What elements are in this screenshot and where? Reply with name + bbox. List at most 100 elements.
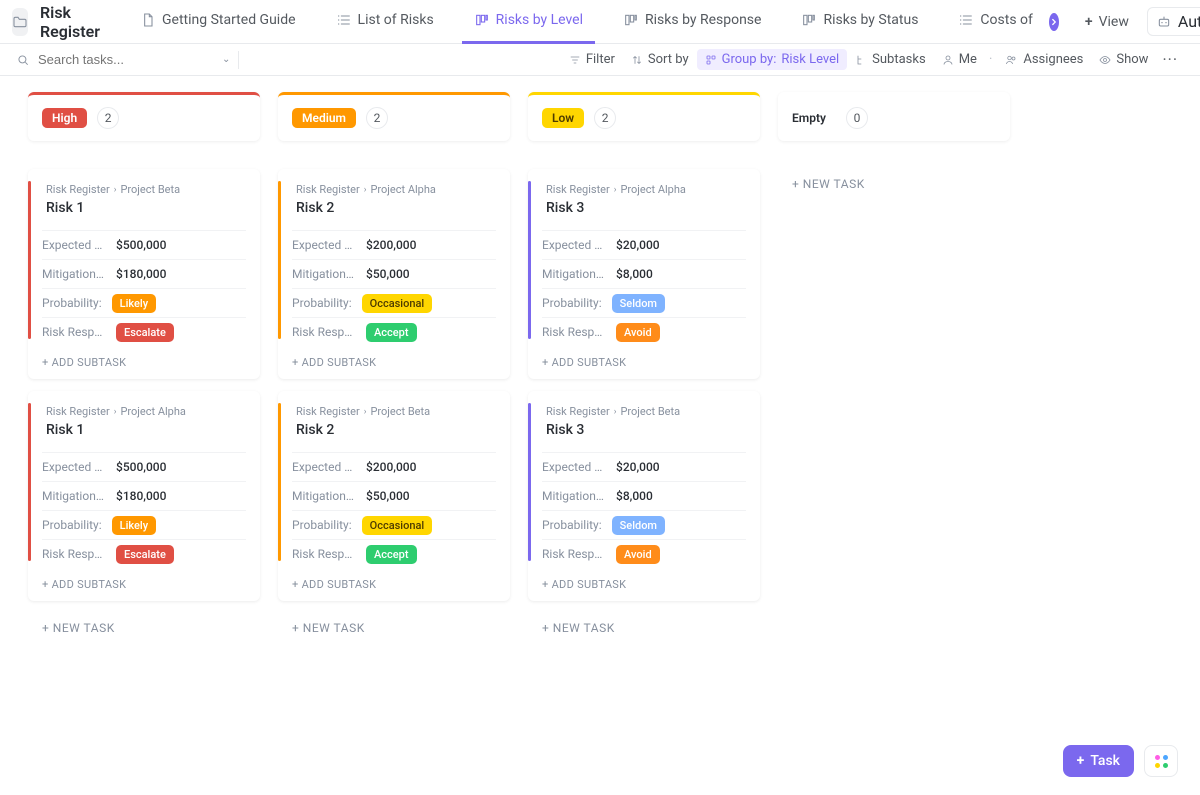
field-row: Expected C...$20,000	[542, 230, 746, 259]
show-label: Show	[1116, 52, 1148, 67]
response-tag: Escalate	[116, 323, 174, 342]
field-value: Avoid	[606, 325, 746, 339]
card-fields: Expected C...$200,000Mitigation ...$50,0…	[292, 230, 496, 346]
probability-tag: Occasional	[362, 516, 433, 535]
field-row: Mitigation ...$8,000	[542, 259, 746, 288]
add-subtask-button[interactable]: + ADD SUBTASK	[42, 568, 246, 601]
robot-icon	[1156, 14, 1172, 30]
new-task-button[interactable]: + NEW TASK	[778, 169, 1010, 199]
column-header[interactable]: Medium2	[278, 92, 510, 141]
plus-icon: +	[1077, 753, 1085, 769]
card-accent	[528, 403, 531, 561]
add-view-button[interactable]: + View	[1075, 9, 1139, 35]
response-tag: Avoid	[616, 323, 660, 342]
field-row: Mitigation ...$180,000	[42, 481, 246, 510]
tab-list-of-risks[interactable]: List of Risks	[324, 0, 446, 44]
tab-risks-by-status[interactable]: Risks by Status	[789, 0, 930, 44]
task-card[interactable]: Risk Register›Project BetaRisk 1Expected…	[28, 169, 260, 379]
assignees-button[interactable]: Assignees	[996, 49, 1091, 70]
search-icon[interactable]	[16, 53, 30, 67]
group-by-button[interactable]: Group by: Risk Level	[697, 49, 848, 70]
chevron-right-icon: ›	[114, 185, 117, 195]
tab-risks-by-response[interactable]: Risks by Response	[611, 0, 773, 44]
group-prefix: Group by:	[722, 52, 777, 67]
probability-tag: Likely	[112, 516, 156, 535]
chevron-right-icon	[1049, 17, 1059, 27]
crumb-project: Project Beta	[620, 405, 680, 418]
breadcrumb[interactable]: Risk Register›Project Beta	[42, 183, 246, 196]
field-label: Mitigation ...	[542, 489, 606, 503]
chevron-down-icon[interactable]: ⌄	[222, 54, 230, 65]
breadcrumb[interactable]: Risk Register›Project Alpha	[42, 405, 246, 418]
task-card[interactable]: Risk Register›Project Beta Risk 3 Expected…	[528, 391, 760, 601]
task-card[interactable]: Risk Register›Project AlphaRisk 3Expecte…	[528, 169, 760, 379]
field-value: Seldom	[602, 518, 746, 532]
breadcrumb[interactable]: Risk Register›Project Beta	[292, 405, 496, 418]
add-subtask-button[interactable]: + ADD SUBTASK	[542, 568, 746, 601]
new-task-fab[interactable]: + Task	[1063, 745, 1134, 777]
card-fields: Expected C...$500,000Mitigation ...$180,…	[42, 452, 246, 568]
add-subtask-button[interactable]: + ADD SUBTASK	[542, 346, 746, 379]
subtasks-icon	[855, 54, 867, 66]
new-task-button[interactable]: + NEW TASK	[28, 613, 260, 643]
tab-label: List of Risks	[358, 12, 434, 28]
crumb-root: Risk Register	[46, 183, 110, 196]
crumb-project: Project Alpha	[370, 183, 435, 196]
new-task-button[interactable]: + NEW TASK	[278, 613, 510, 643]
field-label: Expected C...	[542, 460, 606, 474]
breadcrumb[interactable]: Risk Register›Project Alpha	[542, 183, 746, 196]
column-header[interactable]: Empty0	[778, 92, 1010, 141]
automate-button[interactable]: Automate ⌄	[1147, 7, 1200, 36]
people-icon	[1004, 54, 1018, 66]
subtasks-button[interactable]: Subtasks	[847, 49, 934, 70]
probability-tag: Occasional	[362, 294, 433, 313]
field-value: Escalate	[106, 325, 246, 339]
tabs-scroll-right[interactable]	[1049, 13, 1059, 31]
field-row: Mitigation ...$50,000	[292, 481, 496, 510]
search-wrap: ⌄	[16, 52, 230, 67]
list-icon	[336, 12, 352, 28]
board: High2Risk Register›Project BetaRisk 1Exp…	[0, 76, 1200, 683]
filter-button[interactable]: Filter	[561, 49, 623, 70]
add-subtask-button[interactable]: + ADD SUBTASK	[292, 346, 496, 379]
field-row: Expected C...$20,000	[542, 452, 746, 481]
breadcrumb[interactable]: Risk Register›Project Beta	[542, 405, 746, 418]
tab-costs-of[interactable]: Costs of	[946, 0, 1044, 44]
field-label: Mitigation ...	[42, 267, 106, 281]
new-task-button[interactable]: + NEW TASK	[528, 613, 760, 643]
task-card[interactable]: Risk Register›Project AlphaRisk 1Expecte…	[28, 391, 260, 601]
card-fields: Expected C...$20,000Mitigation ...$8,000…	[542, 230, 746, 346]
field-row: Mitigation ...$8,000	[542, 481, 746, 510]
field-label: Expected C...	[292, 238, 356, 252]
field-value: $500,000	[106, 238, 246, 252]
show-button[interactable]: Show	[1091, 49, 1156, 70]
add-subtask-button[interactable]: + ADD SUBTASK	[42, 346, 246, 379]
field-row: Expected C...$500,000	[42, 452, 246, 481]
tab-risks-by-level[interactable]: Risks by Level	[462, 0, 595, 44]
page-icon[interactable]	[12, 8, 28, 36]
plus-icon: +	[1085, 14, 1093, 30]
page-title[interactable]: Risk Register	[40, 3, 100, 41]
field-row: Risk Respo...Escalate	[42, 317, 246, 346]
column-header[interactable]: Low2	[528, 92, 760, 141]
card-title: Risk 3	[542, 422, 746, 438]
more-menu[interactable]: ···	[1156, 46, 1184, 73]
sort-icon	[631, 54, 643, 66]
column-header[interactable]: High2	[28, 92, 260, 141]
field-value: $180,000	[106, 267, 246, 281]
field-label: Expected C...	[292, 460, 356, 474]
add-subtask-button[interactable]: + ADD SUBTASK	[292, 568, 496, 601]
me-button[interactable]: Me	[934, 49, 985, 70]
apps-fab[interactable]	[1144, 745, 1178, 777]
sort-button[interactable]: Sort by	[623, 49, 697, 70]
column-high: High2Risk Register›Project BetaRisk 1Exp…	[28, 92, 260, 643]
field-value: Escalate	[106, 547, 246, 561]
field-label: Expected C...	[42, 460, 106, 474]
breadcrumb[interactable]: Risk Register›Project Alpha	[292, 183, 496, 196]
field-row: Risk Respo...Escalate	[42, 539, 246, 568]
task-card[interactable]: Risk Register›Project AlphaRisk 2Expecte…	[278, 169, 510, 379]
response-tag: Avoid	[616, 545, 660, 564]
tab-getting-started-guide[interactable]: Getting Started Guide	[128, 0, 308, 44]
search-input[interactable]	[38, 52, 214, 67]
task-card[interactable]: Risk Register›Project BetaRisk 2Expected…	[278, 391, 510, 601]
